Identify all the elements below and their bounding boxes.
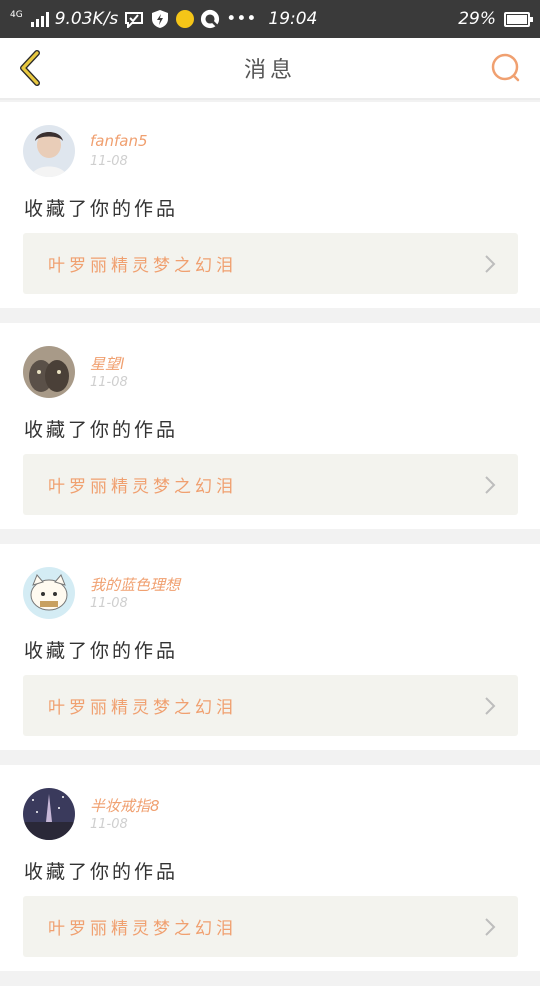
wechat-notification-icon <box>124 9 144 29</box>
work-title: 叶罗丽精灵梦之幻泪 <box>48 256 237 276</box>
message-date: 11-08 <box>90 817 128 832</box>
status-bar: 4G 9.03K/s ••• 19:04 29% <box>0 0 540 38</box>
message-date: 11-08 <box>90 375 128 390</box>
clock: 19:04 <box>268 9 318 29</box>
work-title: 叶罗丽精灵梦之幻泪 <box>48 698 237 718</box>
work-title: 叶罗丽精灵梦之幻泪 <box>48 477 237 497</box>
action-text: 收藏了你的作品 <box>24 640 179 662</box>
more-notifications-icon: ••• <box>226 9 257 29</box>
action-text: 收藏了你的作品 <box>24 861 179 883</box>
chevron-right-icon <box>484 254 496 274</box>
chevron-right-icon <box>484 917 496 937</box>
message-date: 11-08 <box>90 154 128 169</box>
message-date: 11-08 <box>90 596 128 611</box>
work-link[interactable]: 叶罗丽精灵梦之幻泪 <box>23 896 518 957</box>
back-button[interactable] <box>12 50 48 86</box>
signal-icon <box>30 11 49 27</box>
search-button[interactable] <box>490 52 522 84</box>
chevron-right-icon <box>484 696 496 716</box>
chevron-left-icon <box>20 50 40 86</box>
username[interactable]: 半妆戒指8 <box>90 795 160 816</box>
page-title: 消息 <box>243 58 296 83</box>
username[interactable]: fanfan5 <box>90 132 148 150</box>
username[interactable]: 星望l <box>90 353 124 374</box>
network-type: 4G <box>10 9 23 20</box>
work-link[interactable]: 叶罗丽精灵梦之幻泪 <box>23 675 518 736</box>
top-nav-bar: 消息 <box>0 38 540 100</box>
work-link[interactable]: 叶罗丽精灵梦之幻泪 <box>23 233 518 294</box>
action-text: 收藏了你的作品 <box>24 419 179 441</box>
network-speed: 9.03K/s <box>54 9 119 29</box>
list-item: 我的蓝色理想 11-08 收藏了你的作品 叶罗丽精灵梦之幻泪 <box>0 544 540 750</box>
search-icon <box>491 53 520 82</box>
avatar[interactable] <box>23 346 75 398</box>
app-notification-icon <box>200 9 221 30</box>
work-title: 叶罗丽精灵梦之幻泪 <box>48 919 237 939</box>
avatar[interactable] <box>23 567 75 619</box>
avatar[interactable] <box>23 125 75 177</box>
shield-icon <box>150 9 170 29</box>
avatar[interactable] <box>23 788 75 840</box>
message-list: fanfan5 11-08 收藏了你的作品 叶罗丽精灵梦之幻泪 星望l 11-0… <box>0 102 540 986</box>
list-item: fanfan5 11-08 收藏了你的作品 叶罗丽精灵梦之幻泪 <box>0 102 540 308</box>
notification-dot-icon <box>176 10 195 28</box>
battery-icon <box>504 11 533 27</box>
work-link[interactable]: 叶罗丽精灵梦之幻泪 <box>23 454 518 515</box>
chevron-right-icon <box>484 475 496 495</box>
battery-percent: 29% <box>458 9 496 29</box>
username[interactable]: 我的蓝色理想 <box>90 574 180 595</box>
list-item: 半妆戒指8 11-08 收藏了你的作品 叶罗丽精灵梦之幻泪 <box>0 765 540 971</box>
action-text: 收藏了你的作品 <box>24 198 179 220</box>
list-item: 星望l 11-08 收藏了你的作品 叶罗丽精灵梦之幻泪 <box>0 323 540 529</box>
